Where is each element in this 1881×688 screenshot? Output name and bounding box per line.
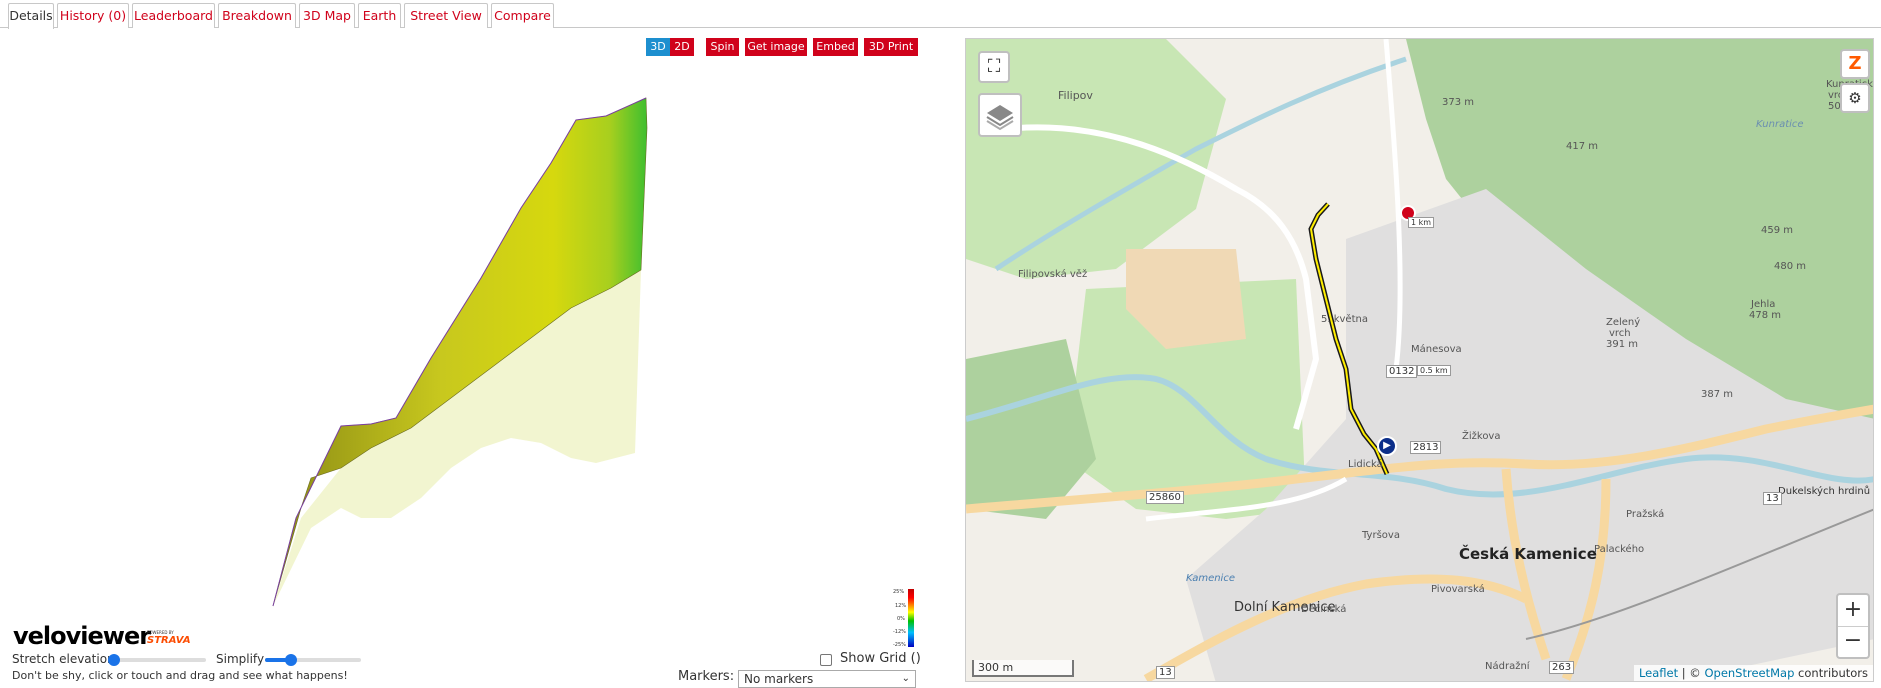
strava-logo: STRAVA: [147, 635, 191, 646]
layers-icon: [986, 105, 1014, 131]
map-tiles: [966, 39, 1873, 681]
simplify-slider[interactable]: [265, 654, 361, 666]
tab-compare[interactable]: Compare: [491, 3, 554, 28]
layers-button[interactable]: [978, 93, 1022, 137]
zoom-out-button[interactable]: −: [1838, 627, 1868, 657]
leaflet-link[interactable]: Leaflet: [1639, 666, 1678, 680]
tab-earth[interactable]: Earth: [358, 3, 401, 28]
tab-details[interactable]: Details: [8, 3, 54, 29]
km-marker-0-5: 0.5 km: [1417, 365, 1451, 376]
btn-embed[interactable]: Embed: [813, 38, 858, 56]
btn-2d[interactable]: 2D: [670, 38, 694, 56]
show-grid-label: Show Grid (): [840, 651, 921, 666]
tab-breakdown[interactable]: Breakdown: [218, 3, 296, 28]
tab-history[interactable]: History (0): [57, 3, 129, 28]
veloviewer-logo: veloviewer: [13, 622, 151, 650]
tab-street-view[interactable]: Street View: [404, 3, 488, 28]
btn-get-image[interactable]: Get image: [745, 38, 807, 56]
route-start-marker[interactable]: ▶: [1377, 436, 1397, 456]
town-label: Česká Kamenice: [1459, 545, 1597, 563]
markers-select[interactable]: No markers ⌄: [738, 670, 916, 688]
show-grid-checkbox[interactable]: [820, 654, 832, 666]
map-scale: 300 m: [972, 660, 1074, 677]
gear-icon: ⚙: [1848, 89, 1862, 107]
map-attribution: Leaflet | © OpenStreetMap contributors: [1633, 665, 1873, 681]
btn-3d-print[interactable]: 3D Print: [864, 38, 918, 56]
fullscreen-icon: ⛶: [987, 56, 1001, 77]
tab-3d-map[interactable]: 3D Map: [299, 3, 355, 28]
btn-spin[interactable]: Spin: [706, 38, 739, 56]
tab-leaderboard[interactable]: Leaderboard: [132, 3, 215, 28]
fullscreen-button[interactable]: ⛶: [978, 51, 1010, 83]
interaction-hint: Don't be shy, click or touch and drag an…: [12, 669, 348, 682]
strava-z-icon: Z: [1848, 53, 1862, 74]
tab-bar: Details History (0) Leaderboard Breakdow…: [0, 0, 1881, 29]
stretch-elevation-label: Stretch elevation: [12, 652, 115, 666]
settings-button[interactable]: ⚙: [1840, 83, 1870, 113]
zoom-in-button[interactable]: +: [1838, 595, 1868, 627]
strava-heatmap-button[interactable]: Z: [1840, 49, 1870, 79]
zoom-control: + −: [1836, 593, 1870, 659]
route-map[interactable]: ▶ Filipov Filipovská věž Kunratický vrch…: [965, 38, 1874, 682]
markers-label: Markers:: [678, 669, 735, 684]
btn-3d[interactable]: 3D: [646, 38, 670, 56]
km-marker-1: 1 km: [1408, 217, 1435, 228]
stretch-elevation-slider[interactable]: [108, 654, 206, 666]
elevation-profile-graphic: [272, 97, 648, 607]
simplify-label: Simplify: [216, 652, 265, 666]
osm-link[interactable]: OpenStreetMap: [1704, 666, 1794, 680]
elevation-3d-viewer[interactable]: veloviewer POWERED BY STRAVA: [11, 38, 918, 650]
